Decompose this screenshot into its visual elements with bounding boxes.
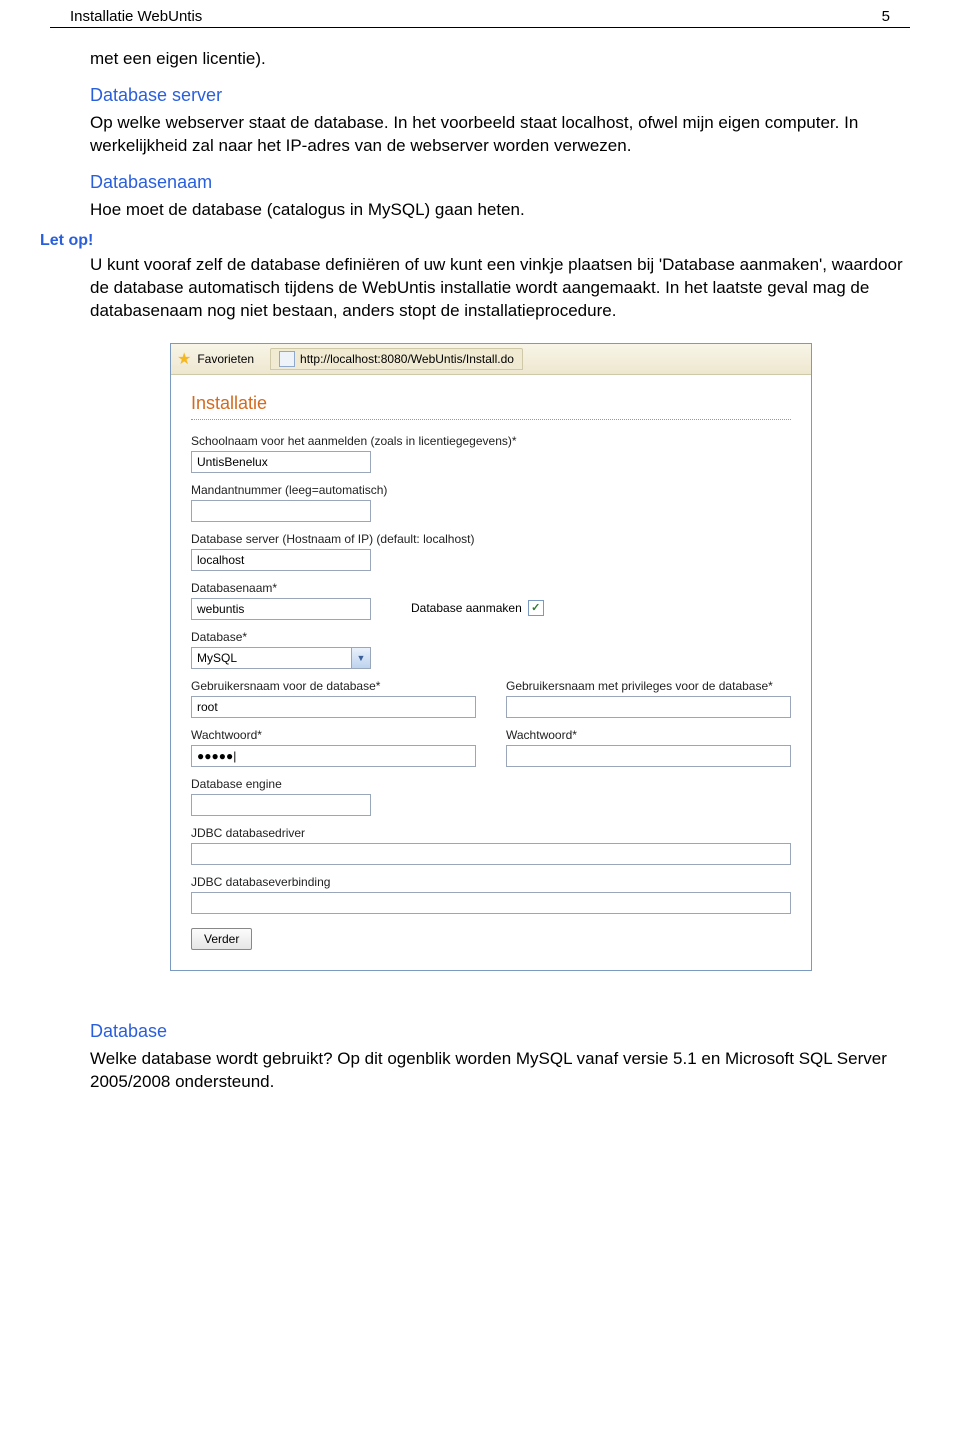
chevron-down-icon[interactable]: ▼: [351, 648, 370, 668]
label-database: Database*: [191, 630, 791, 644]
favorites-bar: ★ Favorieten http://localhost:8080/WebUn…: [171, 344, 811, 375]
label-wachtwoord: Wachtwoord*: [191, 728, 476, 742]
label-schoolnaam: Schoolnaam voor het aanmelden (zoals in …: [191, 434, 791, 448]
intro-paragraph: met een eigen licentie).: [90, 48, 920, 71]
mandant-input[interactable]: [191, 500, 371, 522]
letop-text: U kunt vooraf zelf de database definiëre…: [90, 254, 920, 323]
install-heading: Installatie: [191, 393, 791, 420]
database-select[interactable]: [191, 647, 371, 669]
database-heading: Database: [90, 1021, 920, 1042]
verder-button[interactable]: Verder: [191, 928, 252, 950]
schoolnaam-input[interactable]: [191, 451, 371, 473]
jdbc-driver-input[interactable]: [191, 843, 791, 865]
star-icon: ★: [177, 349, 191, 369]
label-db-aanmaken: Database aanmaken: [411, 601, 522, 615]
favorites-label: Favorieten: [197, 352, 254, 366]
page-icon: [279, 351, 295, 367]
browser-tab[interactable]: http://localhost:8080/WebUntis/Install.d…: [270, 348, 523, 370]
db-server-heading: Database server: [90, 85, 920, 106]
database-text: Welke database wordt gebruikt? Op dit og…: [90, 1048, 920, 1094]
db-engine-input[interactable]: [191, 794, 371, 816]
wachtwoord2-input[interactable]: [506, 745, 791, 767]
label-gebruikersnaam-priv: Gebruikersnaam met privileges voor de da…: [506, 679, 791, 693]
db-aanmaken-checkbox[interactable]: ✓: [528, 600, 544, 616]
db-name-heading: Databasenaam: [90, 172, 920, 193]
label-dbname: Databasenaam*: [191, 581, 371, 595]
label-jdbc-driver: JDBC databasedriver: [191, 826, 791, 840]
gebruikersnaam-priv-input[interactable]: [506, 696, 791, 718]
jdbc-verbinding-input[interactable]: [191, 892, 791, 914]
label-mandant: Mandantnummer (leeg=automatisch): [191, 483, 791, 497]
header-title: Installatie WebUntis: [70, 8, 202, 25]
tab-url: http://localhost:8080/WebUntis/Install.d…: [300, 352, 514, 366]
db-server-text: Op welke webserver staat de database. In…: [90, 112, 920, 158]
db-name-text: Hoe moet de database (catalogus in MySQL…: [90, 199, 920, 222]
header-page-number: 5: [882, 8, 890, 25]
letop-label: Let op!: [40, 232, 920, 250]
dbserver-input[interactable]: [191, 549, 371, 571]
browser-screenshot: ★ Favorieten http://localhost:8080/WebUn…: [170, 343, 812, 971]
label-db-engine: Database engine: [191, 777, 791, 791]
page-header: Installatie WebUntis 5: [50, 0, 910, 28]
label-jdbc-verbinding: JDBC databaseverbinding: [191, 875, 791, 889]
label-wachtwoord2: Wachtwoord*: [506, 728, 791, 742]
gebruikersnaam-input[interactable]: [191, 696, 476, 718]
wachtwoord-input[interactable]: [191, 745, 476, 767]
dbname-input[interactable]: [191, 598, 371, 620]
label-dbserver: Database server (Hostnaam of IP) (defaul…: [191, 532, 791, 546]
label-gebruikersnaam: Gebruikersnaam voor de database*: [191, 679, 476, 693]
